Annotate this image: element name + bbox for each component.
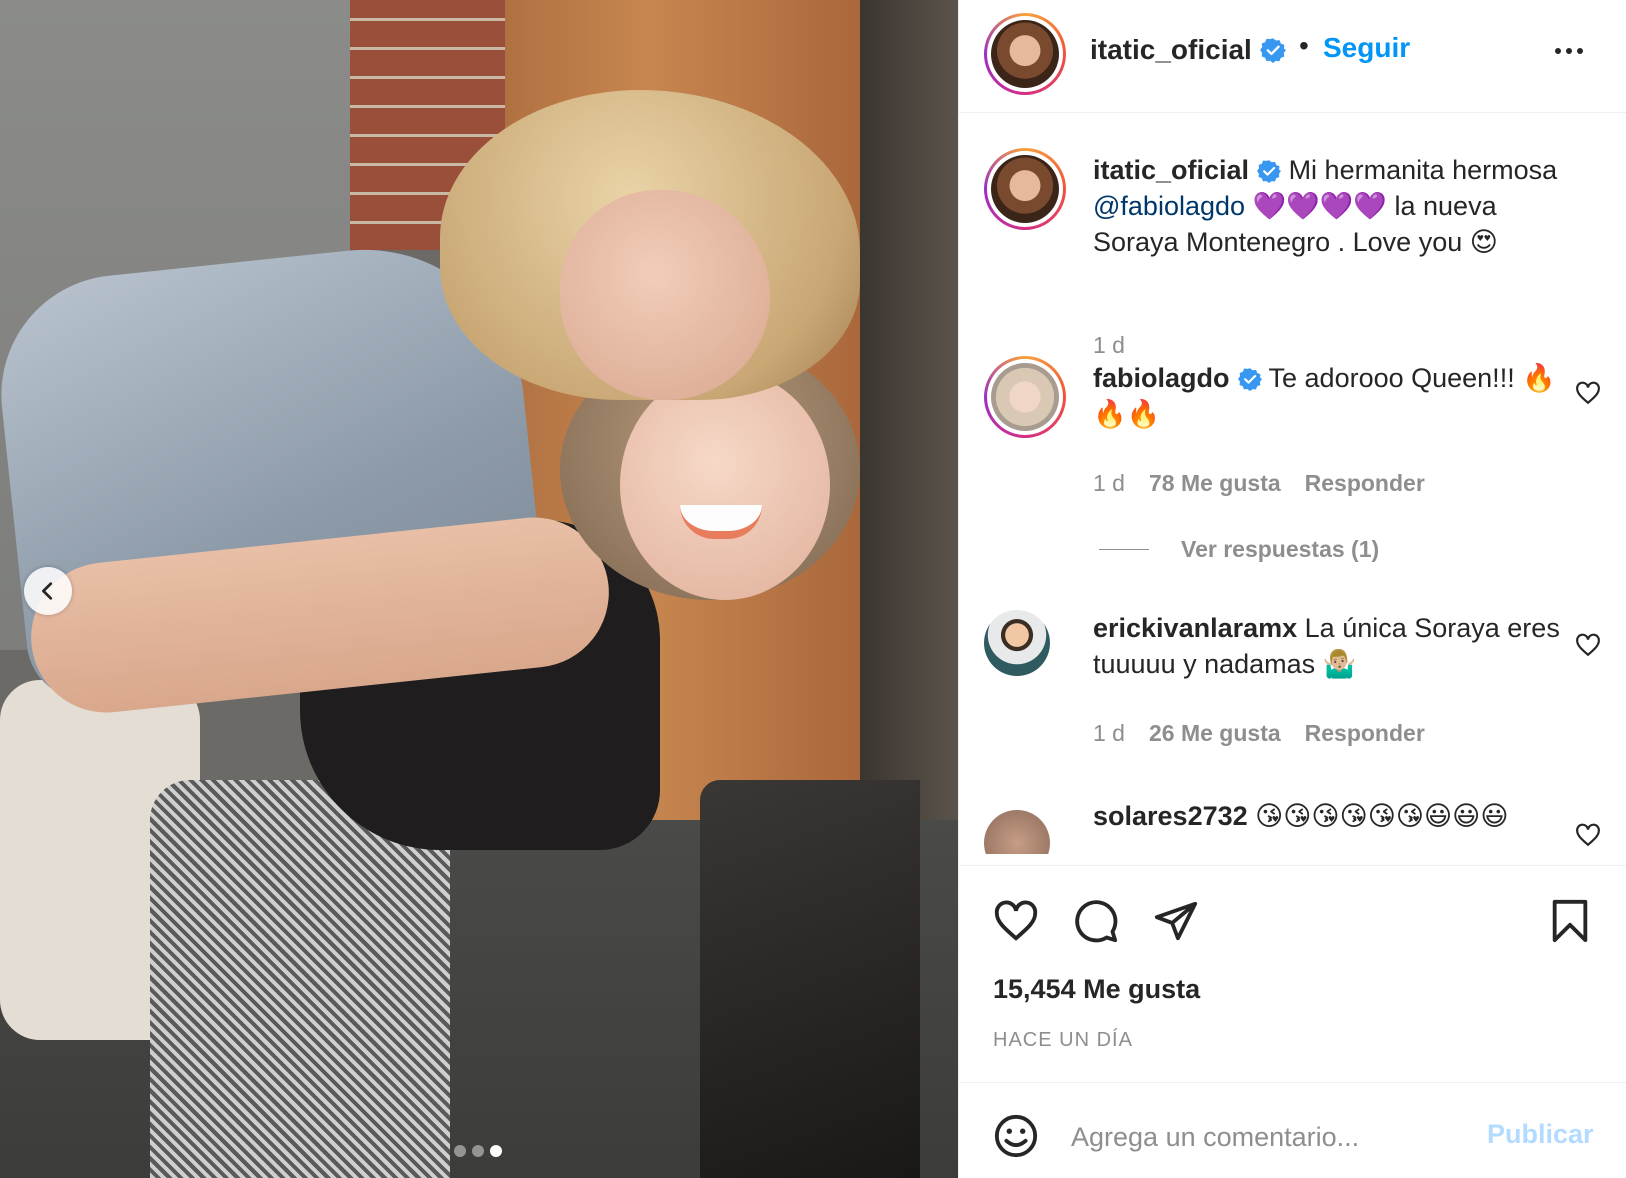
carousel-dot bbox=[490, 1145, 502, 1157]
author-avatar[interactable] bbox=[984, 13, 1066, 95]
view-replies-label: Ver respuestas (1) bbox=[1181, 536, 1380, 562]
comment-like-heart-icon[interactable] bbox=[1575, 632, 1601, 658]
share-icon[interactable] bbox=[1153, 898, 1199, 944]
comment-likes[interactable]: 26 Me gusta bbox=[1149, 720, 1281, 747]
caption-avatar[interactable] bbox=[984, 148, 1066, 230]
caption-meta: 1 d bbox=[1093, 332, 1125, 359]
caption-text-before: Mi hermanita hermosa bbox=[1281, 155, 1558, 185]
comment-text: fabiolagdo Te adorooo Queen!!! 🔥🔥🔥 bbox=[1093, 360, 1563, 432]
view-replies-button[interactable]: Ver respuestas (1) bbox=[1099, 536, 1379, 563]
verified-icon bbox=[1259, 38, 1286, 63]
post-header: itatic_oficial • Seguir bbox=[959, 0, 1626, 113]
comment-age: 1 d bbox=[1093, 720, 1125, 746]
comment-username[interactable]: solares2732 bbox=[1093, 801, 1248, 831]
chevron-left-icon bbox=[42, 582, 53, 600]
comment-text: solares2732 😘😘😘😘😘😘😃😃😃 bbox=[1093, 798, 1563, 834]
photo-face-second-person bbox=[620, 370, 830, 600]
comment-age: 1 d bbox=[1093, 470, 1125, 496]
carousel-dot bbox=[472, 1145, 484, 1157]
emoji-icon[interactable] bbox=[993, 1113, 1039, 1159]
post-side-panel: itatic_oficial • Seguir itatic_oficial M… bbox=[958, 0, 1626, 1178]
follow-button[interactable]: Seguir bbox=[1323, 32, 1410, 64]
comment-like-heart-icon[interactable] bbox=[1575, 822, 1601, 848]
save-icon[interactable] bbox=[1547, 898, 1593, 944]
caption-avatar-image bbox=[991, 155, 1059, 223]
photo-bag bbox=[700, 780, 920, 1178]
comment-meta: 1 d 26 Me gusta Responder bbox=[1093, 720, 1425, 747]
carousel-previous-button[interactable] bbox=[24, 567, 72, 615]
replies-divider bbox=[1099, 549, 1149, 550]
publish-button[interactable]: Publicar bbox=[1487, 1119, 1594, 1150]
header-dot-separator: • bbox=[1299, 30, 1309, 61]
comment-icon[interactable] bbox=[1073, 898, 1119, 944]
comment-reply-button[interactable]: Responder bbox=[1305, 720, 1425, 747]
comment-body: 😘😘😘😘😘😘😃😃😃 bbox=[1247, 801, 1509, 831]
caption-age: 1 d bbox=[1093, 332, 1125, 358]
caption-mention-link[interactable]: @fabiolagdo bbox=[1093, 191, 1245, 221]
comment-text: erickivanlaramx La única Soraya eres tuu… bbox=[1093, 610, 1563, 682]
comment-input[interactable] bbox=[1071, 1117, 1471, 1157]
verified-icon bbox=[1237, 368, 1262, 391]
photo-face-first-person bbox=[560, 190, 770, 400]
comment-username[interactable]: fabiolagdo bbox=[1093, 363, 1230, 393]
post-timestamp: HACE UN DÍA bbox=[993, 1029, 1133, 1051]
carousel-dot bbox=[454, 1145, 466, 1157]
heart-icon[interactable] bbox=[993, 898, 1039, 944]
comment-avatar[interactable] bbox=[984, 610, 1050, 676]
comment-avatar-image bbox=[984, 810, 1050, 854]
author-username[interactable]: itatic_oficial bbox=[1090, 34, 1252, 65]
comment-avatar-image bbox=[991, 363, 1059, 431]
more-options-icon[interactable] bbox=[1549, 36, 1589, 66]
comment-username[interactable]: erickivanlaramx bbox=[1093, 613, 1297, 643]
caption-username[interactable]: itatic_oficial bbox=[1093, 155, 1249, 185]
carousel-indicator bbox=[454, 1145, 502, 1157]
comment-reply-button[interactable]: Responder bbox=[1305, 470, 1425, 497]
post-photo[interactable] bbox=[0, 0, 958, 1178]
comment-avatar[interactable] bbox=[984, 810, 1050, 854]
comment-avatar-image bbox=[984, 610, 1050, 676]
comment-like-heart-icon[interactable] bbox=[1575, 380, 1601, 406]
author-username-row: itatic_oficial bbox=[1090, 34, 1286, 66]
author-avatar-image bbox=[991, 20, 1059, 88]
comments-list[interactable]: itatic_oficial Mi hermanita hermosa @fab… bbox=[959, 114, 1626, 854]
comment-likes[interactable]: 78 Me gusta bbox=[1149, 470, 1281, 497]
likes-count[interactable]: 15,454 Me gusta bbox=[993, 974, 1200, 1005]
comment-avatar[interactable] bbox=[984, 356, 1066, 438]
verified-icon bbox=[1257, 160, 1282, 183]
caption-text: itatic_oficial Mi hermanita hermosa @fab… bbox=[1093, 152, 1563, 260]
comment-meta: 1 d 78 Me gusta Responder bbox=[1093, 470, 1425, 497]
add-comment-bar: Publicar bbox=[959, 1082, 1626, 1178]
